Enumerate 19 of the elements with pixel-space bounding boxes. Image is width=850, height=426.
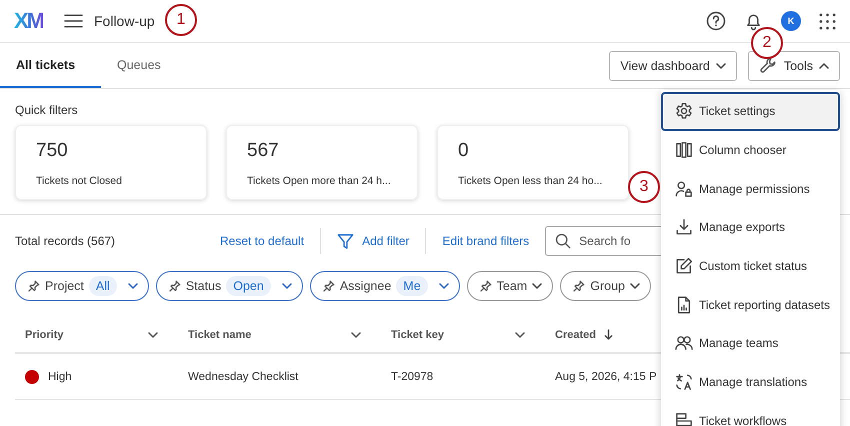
card-label: Tickets Open less than 24 ho... (458, 175, 604, 187)
card-label: Tickets not Closed (36, 175, 123, 187)
callout-number: 2 (751, 27, 783, 59)
card-label: Tickets Open more than 24 h... (247, 175, 392, 187)
record-count: Total records (567) (15, 234, 116, 248)
callout-number: 1 (165, 4, 197, 36)
page-title: Follow-up (94, 13, 155, 29)
table-cell: High (48, 370, 72, 382)
card-count: 0 (458, 140, 470, 162)
card-count: 567 (247, 140, 280, 162)
callout-number: 3 (628, 171, 660, 203)
card-count: 750 (36, 140, 69, 162)
table-cell: T-20978 (391, 370, 434, 382)
chip-value: Me (396, 276, 428, 296)
chip-value: Open (226, 276, 271, 296)
section-label: Quick filters (15, 103, 78, 117)
chip-value: All (88, 276, 117, 296)
table-cell: Aug 5, 2026, 4:15 P (555, 370, 657, 382)
table-cell: Wednesday Checklist (188, 370, 298, 382)
